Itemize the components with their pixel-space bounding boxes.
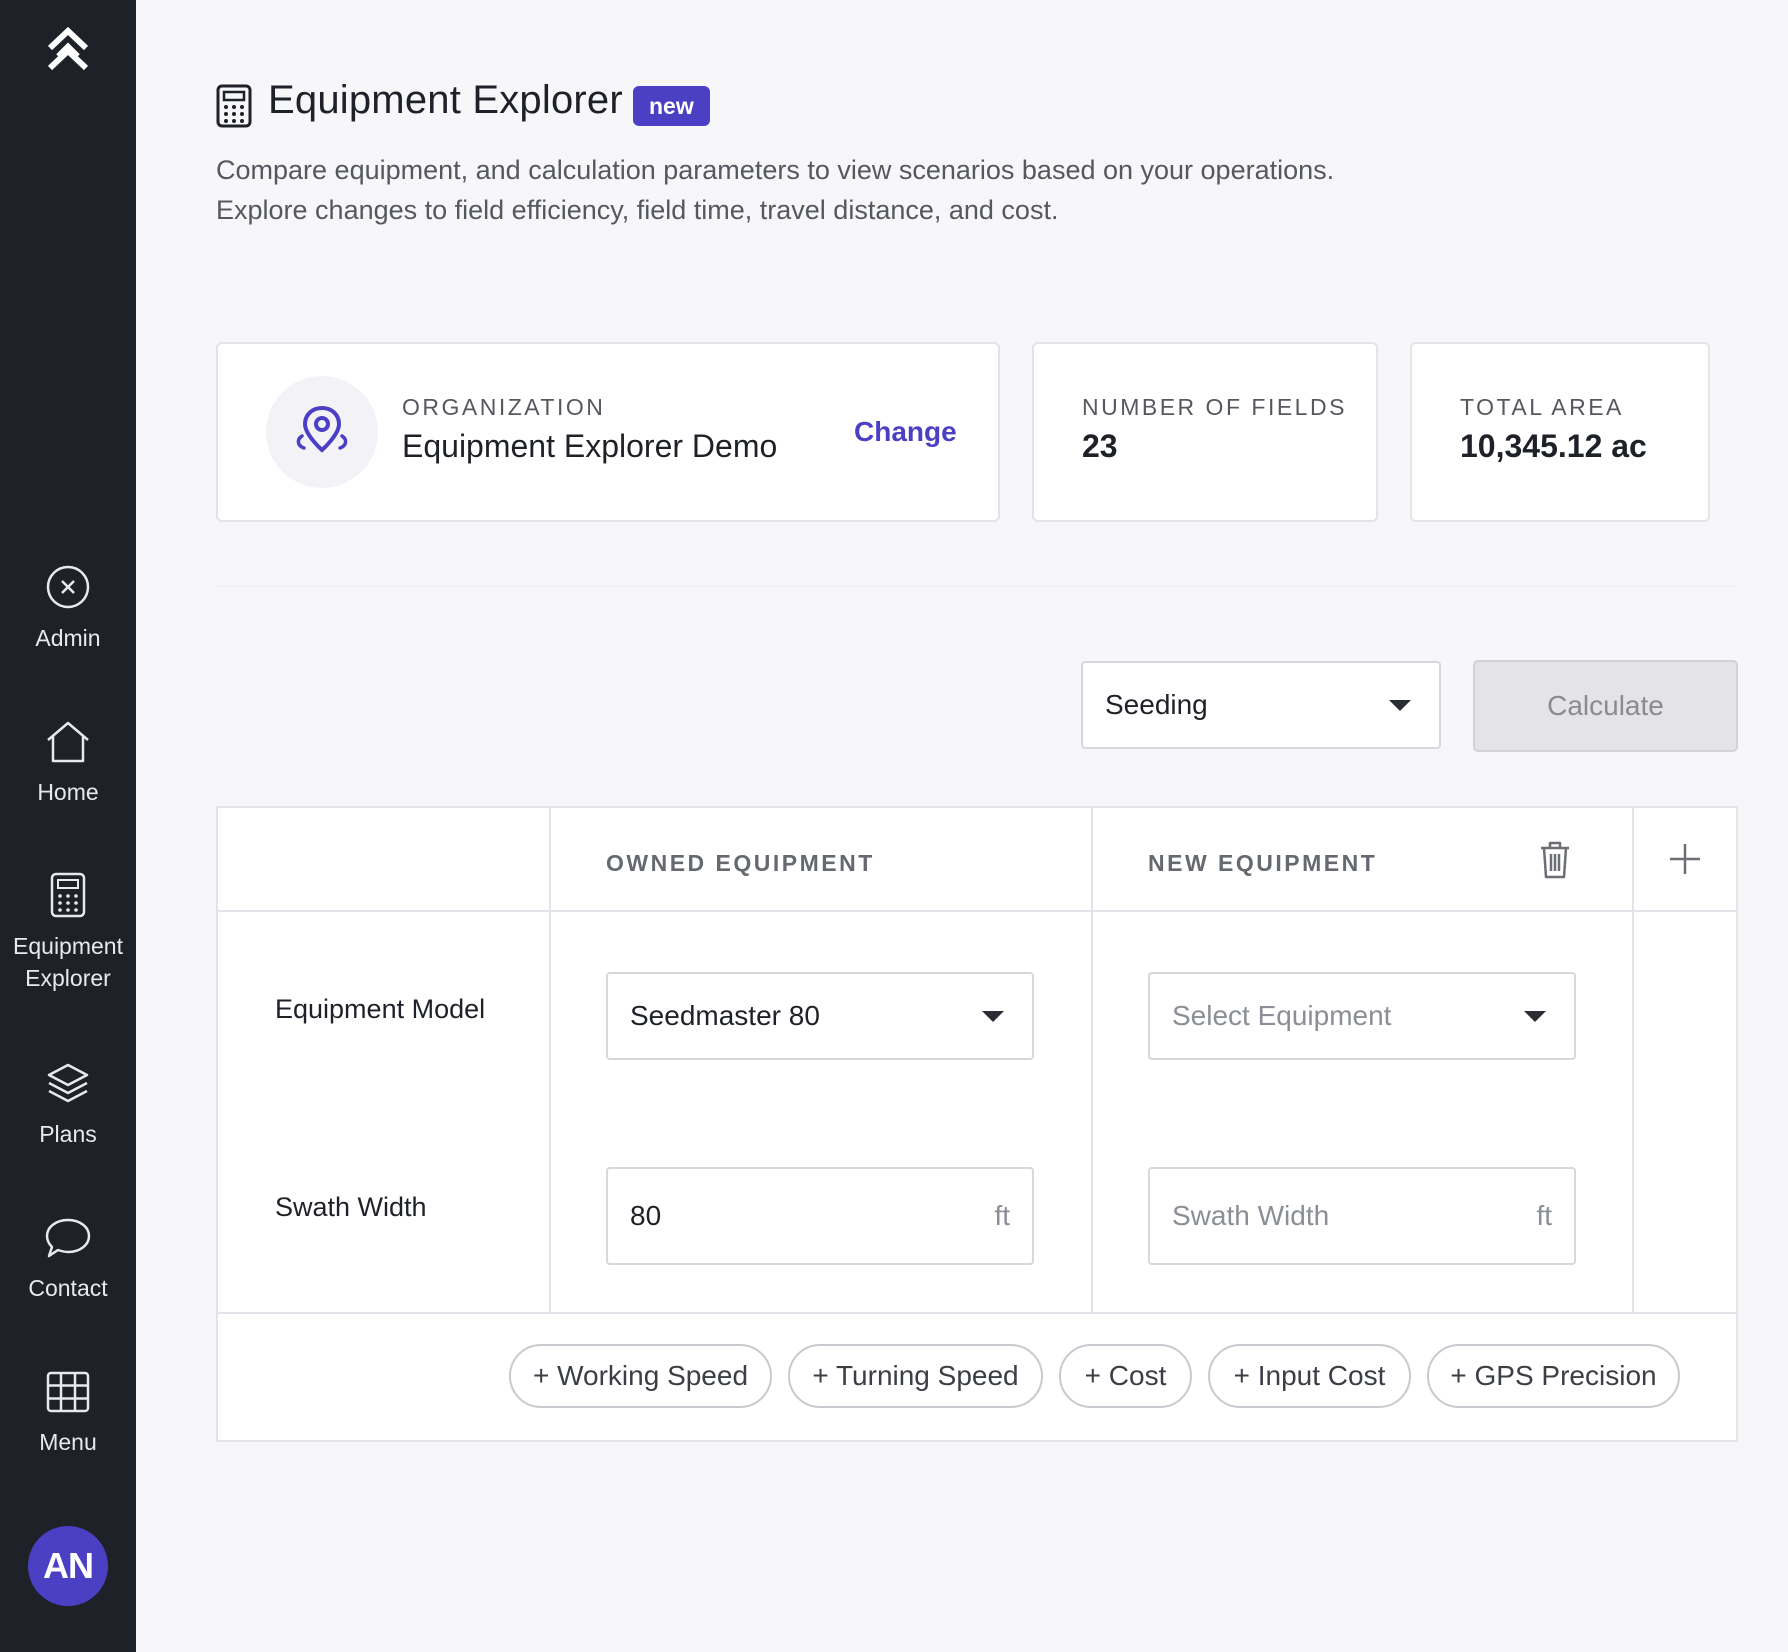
add-working-speed-button[interactable]: + Working Speed xyxy=(509,1344,772,1408)
chevrons-up-logo-icon[interactable] xyxy=(44,26,92,76)
calculator-icon xyxy=(216,84,252,128)
swath-width-label: Swath Width xyxy=(275,1192,427,1222)
sidebar-item-label: Menu xyxy=(39,1429,97,1455)
sidebar-item-menu[interactable]: Menu xyxy=(0,1370,136,1458)
sidebar-item-admin[interactable]: Admin xyxy=(0,564,136,654)
fields-count: 23 xyxy=(1082,428,1118,464)
organization-name: Equipment Explorer Demo xyxy=(402,428,778,464)
new-equipment-model-select[interactable]: Select Equipment xyxy=(1148,972,1576,1060)
new-equipment-header: NEW EQUIPMENT xyxy=(1148,850,1378,876)
organization-label: ORGANIZATION xyxy=(402,394,606,420)
chevron-down-icon xyxy=(1389,700,1411,711)
chevron-down-icon xyxy=(1524,1011,1546,1022)
description-line: Explore changes to field efficiency, fie… xyxy=(216,195,1059,225)
sidebar-item-contact[interactable]: Contact xyxy=(0,1216,136,1304)
operation-select[interactable]: Seeding xyxy=(1081,661,1441,749)
add-gps-precision-button[interactable]: + GPS Precision xyxy=(1427,1344,1680,1408)
chat-bubble-icon xyxy=(45,1218,91,1258)
sidebar-item-label: Explorer xyxy=(25,965,111,991)
avatar[interactable]: AN xyxy=(28,1526,108,1606)
footer-divider xyxy=(218,1312,1736,1314)
owned-equipment-header: OWNED EQUIPMENT xyxy=(606,850,875,876)
fields-label: NUMBER OF FIELDS xyxy=(1082,394,1347,420)
sidebar-item-label: Admin xyxy=(35,625,101,651)
new-swath-width-input[interactable]: Swath Width ft xyxy=(1148,1167,1576,1265)
sidebar-item-home[interactable]: Home xyxy=(0,720,136,808)
area-value: 10,345.12 ac xyxy=(1460,428,1647,464)
equipment-model-label: Equipment Model xyxy=(275,994,486,1024)
organization-avatar xyxy=(266,376,378,488)
page-description: Compare equipment, and calculation param… xyxy=(216,150,1334,230)
calculator-icon xyxy=(50,872,86,918)
sidebar-item-label: Contact xyxy=(28,1275,108,1301)
new-equipment-model-placeholder: Select Equipment xyxy=(1172,1000,1392,1031)
sidebar-item-label: Plans xyxy=(39,1121,97,1147)
sidebar: Admin Home Equipment Explorer Plans Cont… xyxy=(0,0,136,1652)
unit-label: ft xyxy=(994,1200,1010,1231)
divider xyxy=(216,586,1738,587)
header-divider xyxy=(218,910,1736,912)
calculate-button[interactable]: Calculate xyxy=(1473,660,1738,752)
circle-x-icon xyxy=(46,565,90,609)
add-turning-speed-button[interactable]: + Turning Speed xyxy=(788,1344,1043,1408)
owned-equipment-model-value: Seedmaster 80 xyxy=(630,1000,820,1031)
layers-icon xyxy=(47,1063,89,1103)
home-icon xyxy=(47,721,89,763)
column-divider xyxy=(1632,808,1634,1314)
add-input-cost-button[interactable]: + Input Cost xyxy=(1208,1344,1411,1408)
description-line: Compare equipment, and calculation param… xyxy=(216,155,1335,185)
add-cost-button[interactable]: + Cost xyxy=(1059,1344,1192,1408)
organization-card: ORGANIZATION Equipment Explorer Demo Cha… xyxy=(216,342,1000,522)
owned-equipment-model-select[interactable]: Seedmaster 80 xyxy=(606,972,1034,1060)
sidebar-item-label: Home xyxy=(37,779,99,805)
trash-icon[interactable] xyxy=(1538,840,1572,880)
sidebar-item-label: Equipment xyxy=(13,933,123,959)
column-divider xyxy=(1091,808,1093,1314)
owned-swath-width-input[interactable]: 80 ft xyxy=(606,1167,1034,1265)
area-label: TOTAL AREA xyxy=(1460,394,1624,420)
new-swath-width-placeholder: Swath Width xyxy=(1172,1200,1330,1231)
grid-icon xyxy=(46,1371,90,1413)
unit-label: ft xyxy=(1536,1200,1552,1231)
location-pin-icon xyxy=(296,405,348,453)
new-badge: new xyxy=(633,86,710,126)
change-organization-link[interactable]: Change xyxy=(854,416,957,448)
page-title: Equipment Explorer xyxy=(268,78,623,122)
sidebar-item-equipment-explorer[interactable]: Equipment Explorer xyxy=(0,872,136,994)
area-card: TOTAL AREA 10,345.12 ac xyxy=(1410,342,1710,522)
owned-swath-width-value: 80 xyxy=(630,1200,662,1231)
column-divider xyxy=(549,808,551,1314)
add-column-icon[interactable] xyxy=(1668,842,1702,876)
operation-select-value: Seeding xyxy=(1105,689,1208,720)
fields-card: NUMBER OF FIELDS 23 xyxy=(1032,342,1378,522)
sidebar-item-plans[interactable]: Plans xyxy=(0,1062,136,1150)
chevron-down-icon xyxy=(982,1011,1004,1022)
